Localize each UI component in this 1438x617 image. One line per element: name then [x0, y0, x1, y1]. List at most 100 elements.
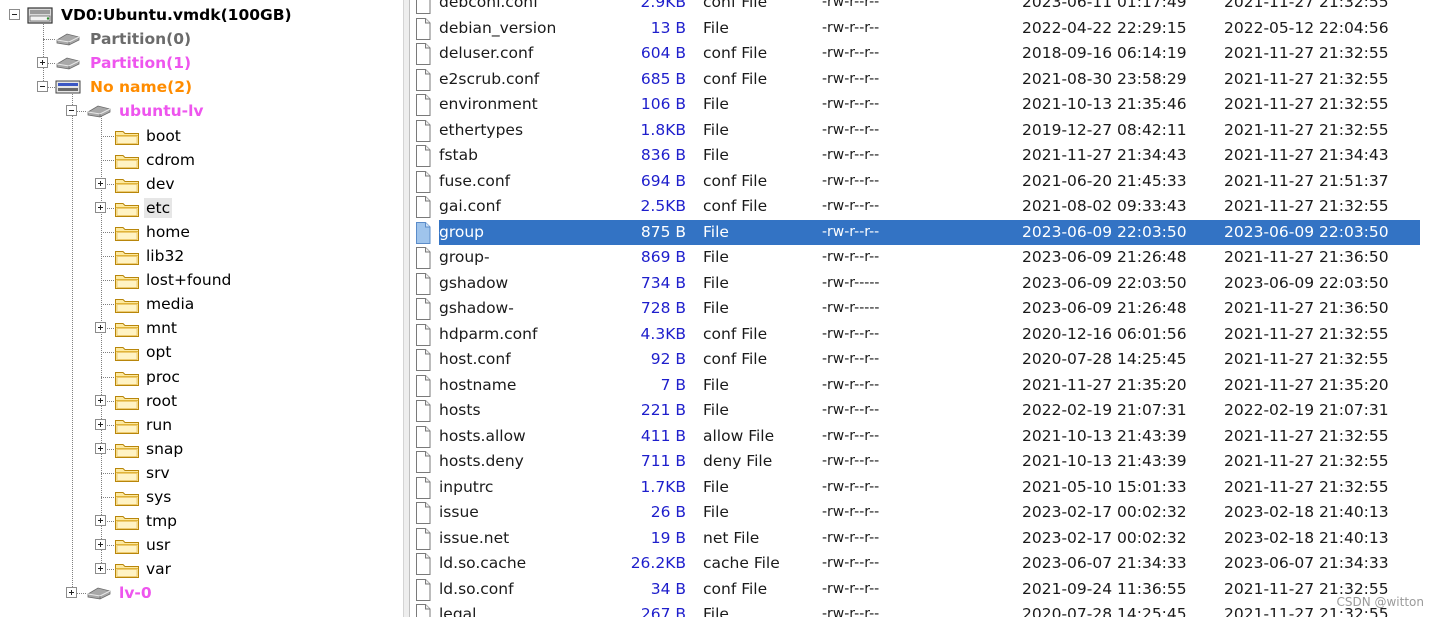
tree-node-folder-cdrom[interactable]: cdrom	[0, 149, 400, 171]
file-type: File	[703, 477, 729, 496]
expand-toggle-icon[interactable]	[95, 177, 106, 189]
file-modified-time: 2021-09-24 11:36:55	[1022, 579, 1187, 598]
expand-toggle-icon[interactable]	[95, 322, 106, 334]
file-modified-time: 2018-09-16 06:14:19	[1022, 44, 1187, 62]
tree-node-folder-etc[interactable]: etc	[0, 197, 400, 219]
tree-node-lv-0-node[interactable]: lv-0	[0, 582, 400, 604]
file-row[interactable]: group 875 B File -rw-r--r-- 2023-06-09 22:03…	[410, 219, 1438, 245]
expand-toggle-icon[interactable]	[95, 539, 106, 551]
file-row[interactable]: fuse.conf 694 B conf File -rw-r--r-- 2021-06…	[410, 169, 1438, 195]
expand-toggle-icon[interactable]	[66, 587, 77, 599]
tree-node-folder-run[interactable]: run	[0, 414, 400, 436]
file-name: hostname	[439, 375, 517, 394]
tree-node-partition-1-node[interactable]: Partition(1)	[0, 52, 400, 74]
file-row[interactable]: gshadow 734 B File -rw-r----- 2023-06-09 22:…	[410, 271, 1438, 297]
file-attributes: -rw-r--r--	[822, 249, 880, 265]
file-type: File	[703, 120, 729, 139]
file-row[interactable]: fstab 836 B File -rw-r--r-- 2021-11-27 21:34…	[410, 143, 1438, 169]
file-name: issue	[439, 503, 479, 521]
file-row[interactable]: ethertypes 1.8KB File -rw-r--r-- 2019-12-27 …	[410, 118, 1438, 144]
tree-node-folder-lost-found[interactable]: lost+found	[0, 269, 400, 291]
tree-node-label: tmp	[146, 512, 178, 531]
tree-node-folder-dev[interactable]: dev	[0, 173, 400, 195]
tree-node-folder-srv[interactable]: srv	[0, 462, 400, 484]
file-attributes: -rw-r--r--	[822, 325, 880, 342]
file-row[interactable]: hostname 7 B File -rw-r--r-- 2021-11-27 21:3…	[410, 373, 1438, 399]
tree-node-folder-mnt[interactable]: mnt	[0, 317, 400, 339]
collapse-toggle-icon[interactable]	[37, 81, 48, 93]
file-modified-time: 2021-06-20 21:45:33	[1022, 171, 1187, 190]
file-row[interactable]: ld.so.cache 26.2KB cache File -rw-r--r-- 202…	[410, 551, 1438, 577]
folder-icon	[114, 489, 140, 511]
partition-icon	[86, 103, 112, 123]
file-attributes: -rw-r--r--	[822, 121, 880, 138]
tree-node-folder-opt[interactable]: opt	[0, 341, 400, 363]
tree-node-label: proc	[146, 367, 180, 386]
folder-icon	[114, 393, 140, 415]
pane-splitter[interactable]	[403, 0, 410, 617]
file-row[interactable]: debconf.conf 2.9KB conf File -rw-r--r-- 2023…	[410, 0, 1438, 16]
file-modified-time: 2023-02-17 00:02:32	[1022, 528, 1187, 547]
file-row[interactable]: hosts 221 B File -rw-r--r-- 2022-02-19 21:07…	[410, 398, 1438, 424]
file-modified-time: 2023-06-11 01:17:49	[1022, 0, 1187, 11]
tree-node-folder-sys[interactable]: sys	[0, 486, 400, 508]
tree-node-folder-snap[interactable]: snap	[0, 438, 400, 460]
file-list-pane[interactable]: debconf.conf 2.9KB conf File -rw-r--r-- 2023…	[410, 0, 1438, 617]
tree-node-folder-boot[interactable]: boot	[0, 125, 400, 147]
file-attributes: -rw-r--r--	[822, 172, 880, 189]
tree-node-ubuntu-lv-node[interactable]: ubuntu-lv	[0, 100, 400, 122]
folder-icon	[114, 344, 140, 366]
expand-toggle-icon[interactable]	[95, 418, 106, 430]
file-row[interactable]: ld.so.conf 34 B conf File -rw-r--r-- 2021-09…	[410, 577, 1438, 603]
collapse-toggle-icon[interactable]	[66, 105, 77, 117]
expand-toggle-icon[interactable]	[95, 515, 106, 527]
file-row[interactable]: hdparm.conf 4.3KB conf File -rw-r--r-- 2020-…	[410, 322, 1438, 348]
file-row[interactable]: environment 106 B File -rw-r--r-- 2021-10-13…	[410, 92, 1438, 118]
lvm-volume-icon	[55, 79, 81, 99]
expand-toggle-icon[interactable]	[95, 201, 106, 213]
file-row[interactable]: issue 26 B File -rw-r--r-- 2023-02-17 00:02:…	[410, 500, 1438, 526]
file-name: group-	[439, 248, 490, 266]
file-row[interactable]: host.conf 92 B conf File -rw-r--r-- 2020-07-…	[410, 347, 1438, 373]
expand-toggle-icon[interactable]	[37, 57, 48, 69]
expand-toggle-icon[interactable]	[95, 394, 106, 406]
tree-node-vd0-node[interactable]: VD0:Ubuntu.vmdk(100GB)	[0, 4, 400, 26]
file-row[interactable]: hosts.allow 411 B allow File -rw-r--r-- 2021…	[410, 424, 1438, 450]
tree-node-folder-lib32[interactable]: lib32	[0, 245, 400, 267]
file-row[interactable]: debian_version 13 B File -rw-r--r-- 2022-04-…	[410, 16, 1438, 42]
file-attributes: -rw-r--r--	[822, 504, 880, 520]
file-name: fstab	[439, 146, 478, 164]
tree-node-partition-0-node[interactable]: Partition(0)	[0, 28, 400, 50]
file-modified-time: 2021-11-27 21:34:43	[1022, 146, 1187, 164]
file-row[interactable]: issue.net 19 B net File -rw-r--r-- 2023-02-1…	[410, 526, 1438, 552]
file-row[interactable]: deluser.conf 604 B conf File -rw-r--r-- 2018…	[410, 41, 1438, 67]
file-row[interactable]: gshadow- 728 B File -rw-r----- 2023-06-09 21…	[410, 296, 1438, 322]
file-row[interactable]: group- 869 B File -rw-r--r-- 2023-06-09 21:2…	[410, 245, 1438, 271]
collapse-toggle-icon[interactable]	[9, 9, 20, 20]
tree-node-label: boot	[146, 126, 181, 145]
tree-node-folder-proc[interactable]: proc	[0, 366, 400, 388]
file-size: 728 B	[640, 299, 686, 317]
file-row[interactable]: e2scrub.conf 685 B conf File -rw-r--r-- 2021…	[410, 67, 1438, 93]
tree-node-folder-media[interactable]: media	[0, 293, 400, 315]
tree-node-folder-usr[interactable]: usr	[0, 534, 400, 556]
tree-node-folder-tmp[interactable]: tmp	[0, 510, 400, 532]
file-row[interactable]: gai.conf 2.5KB conf File -rw-r--r-- 2021-08-…	[410, 194, 1438, 220]
tree-node-label: ubuntu-lv	[119, 102, 204, 121]
file-modified-time: 2021-08-02 09:33:43	[1022, 197, 1187, 215]
partition-tree-pane[interactable]: VD0:Ubuntu.vmdk(100GB) Partition(0) Partit…	[0, 0, 403, 617]
file-row[interactable]: legal 267 B File -rw-r--r-- 2020-07-28 14:25…	[410, 602, 1438, 617]
tree-node-folder-root[interactable]: root	[0, 390, 400, 412]
tree-node-no-name-2-node[interactable]: No name(2)	[0, 76, 400, 98]
tree-node-folder-var[interactable]: var	[0, 558, 400, 580]
file-row[interactable]: inputrc 1.7KB File -rw-r--r-- 2021-05-10 15:…	[410, 475, 1438, 501]
tree-node-folder-home[interactable]: home	[0, 221, 400, 243]
file-row[interactable]: hosts.deny 711 B deny File -rw-r--r-- 2021-1…	[410, 449, 1438, 475]
file-accessed-time: 2021-11-27 21:32:55	[1224, 0, 1389, 11]
file-size: 685 B	[640, 69, 686, 88]
expand-toggle-icon[interactable]	[95, 563, 106, 575]
expand-toggle-icon[interactable]	[95, 442, 106, 454]
file-attributes: -rw-r--r--	[822, 223, 880, 240]
file-name: hosts.allow	[439, 426, 526, 445]
file-name: deluser.conf	[439, 44, 534, 62]
